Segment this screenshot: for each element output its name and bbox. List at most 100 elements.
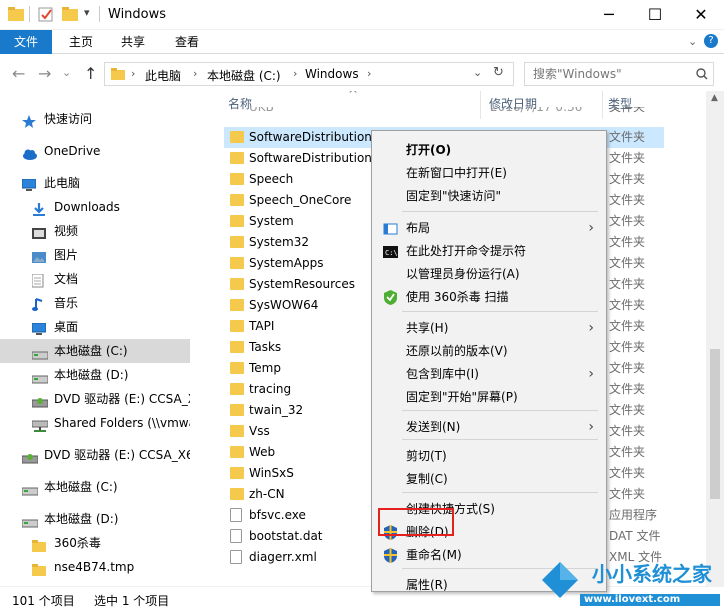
nav-item[interactable]: 视频 bbox=[0, 219, 190, 243]
up-button[interactable]: ↑ bbox=[84, 64, 97, 83]
folder-icon bbox=[230, 341, 244, 353]
nav-item[interactable]: DVD 驱动器 (E:) CCSA_X64 bbox=[0, 443, 190, 467]
nav-item-label: 文档 bbox=[54, 272, 79, 286]
properties-check-icon[interactable] bbox=[38, 7, 54, 22]
nav-item[interactable]: OneDrive bbox=[0, 139, 190, 163]
nav-item[interactable]: 文档 bbox=[0, 267, 190, 291]
nav-item[interactable]: 本地磁盘 (C:) bbox=[0, 339, 190, 363]
search-icon[interactable] bbox=[696, 68, 708, 83]
ribbon-tabs: 文件 主页 共享 查看 ⌄ ? bbox=[0, 30, 724, 54]
nav-item[interactable]: 360杀毒 bbox=[0, 531, 190, 555]
file-name: Vss bbox=[249, 424, 270, 438]
nav-item-label: 本地磁盘 (C:) bbox=[54, 344, 128, 358]
menu-item[interactable]: 在新窗口中打开(E) bbox=[372, 162, 606, 184]
menu-item[interactable]: C:\ 在此处打开命令提示符 bbox=[372, 240, 606, 262]
nav-item[interactable]: 此电脑 bbox=[0, 171, 190, 195]
menu-item-label: 剪切(T) bbox=[406, 449, 447, 463]
menu-item[interactable]: 包含到库中(I) › bbox=[372, 363, 606, 385]
menu-item[interactable]: 布局 › bbox=[372, 217, 606, 239]
file-name: UKB bbox=[249, 107, 274, 114]
menu-item-label: 以管理员身份运行(A) bbox=[406, 267, 520, 281]
menu-item[interactable]: 打开(O) bbox=[372, 139, 606, 161]
tab-file[interactable]: 文件 bbox=[0, 30, 52, 54]
refresh-icon[interactable]: ↻ bbox=[493, 65, 504, 80]
nav-item[interactable]: Downloads bbox=[0, 195, 190, 219]
download-icon bbox=[32, 200, 46, 216]
scrollbar-thumb[interactable] bbox=[710, 349, 720, 499]
drive-icon bbox=[21, 480, 39, 496]
nav-item-label: 本地磁盘 (C:) bbox=[44, 480, 118, 494]
menu-separator bbox=[402, 410, 598, 411]
folder-icon bbox=[230, 425, 244, 437]
menu-item[interactable]: 固定到"快速访问" bbox=[372, 185, 606, 207]
address-bar[interactable]: › 此电脑 › 本地磁盘 (C:) › Windows › ⌄ ↻ bbox=[104, 62, 514, 86]
maximize-button[interactable]: ☐ bbox=[632, 0, 678, 30]
breadcrumb-this-pc[interactable]: 此电脑 bbox=[145, 67, 181, 84]
menu-item-label: 固定到"开始"屏幕(P) bbox=[406, 390, 518, 404]
folder-icon[interactable] bbox=[8, 7, 24, 21]
folder-icon bbox=[230, 257, 244, 269]
nav-item[interactable]: 本地磁盘 (C:) bbox=[0, 475, 190, 499]
tab-view[interactable]: 查看 bbox=[166, 30, 208, 54]
menu-item-label: 包含到库中(I) bbox=[406, 367, 479, 381]
menu-item-label: 打开(O) bbox=[406, 143, 452, 157]
address-dropdown-icon[interactable]: ⌄ bbox=[473, 66, 482, 79]
file-type: 文件夹 bbox=[609, 445, 646, 459]
vertical-scrollbar[interactable]: ▲ bbox=[706, 91, 724, 586]
nav-item-label: 本地磁盘 (D:) bbox=[54, 368, 129, 382]
watermark-site: www.ilovext.com bbox=[584, 594, 681, 605]
forward-button[interactable]: → bbox=[38, 64, 51, 83]
folder-icon bbox=[230, 236, 244, 248]
menu-item[interactable]: 复制(C) bbox=[372, 468, 606, 490]
menu-item[interactable]: 还原以前的版本(V) bbox=[372, 340, 606, 362]
menu-item[interactable]: 剪切(T) bbox=[372, 445, 606, 467]
folder-icon bbox=[230, 215, 244, 227]
folder-icon bbox=[230, 404, 244, 416]
recent-locations-icon[interactable]: ⌄ bbox=[62, 66, 71, 79]
nav-item[interactable]: Shared Folders (\\vmwa bbox=[0, 411, 190, 435]
nav-item[interactable]: 桌面 bbox=[0, 315, 190, 339]
nav-item[interactable]: 音乐 bbox=[0, 291, 190, 315]
nav-item-label: 桌面 bbox=[54, 320, 79, 334]
breadcrumb-drive-c[interactable]: 本地磁盘 (C:) bbox=[207, 67, 281, 84]
scroll-up-icon[interactable]: ▲ bbox=[711, 93, 718, 103]
breadcrumb-separator: › bbox=[131, 67, 136, 80]
file-icon bbox=[230, 550, 242, 564]
nav-item-label: 此电脑 bbox=[44, 176, 81, 190]
file-name: tracing bbox=[249, 382, 292, 396]
nav-item[interactable]: 本地磁盘 (D:) bbox=[0, 507, 190, 531]
nav-item[interactable]: nse4B74.tmp bbox=[0, 555, 190, 579]
nav-item[interactable]: 快速访问 bbox=[0, 107, 190, 131]
file-icon bbox=[230, 529, 242, 543]
menu-item-label: 还原以前的版本(V) bbox=[406, 344, 508, 358]
nav-item[interactable]: 本地磁盘 (D:) bbox=[0, 363, 190, 387]
menu-item[interactable]: 共享(H) › bbox=[372, 317, 606, 339]
menu-item[interactable]: 固定到"开始"屏幕(P) bbox=[372, 386, 606, 408]
back-button[interactable]: ← bbox=[12, 64, 25, 83]
file-name: SysWOW64 bbox=[249, 298, 319, 312]
help-icon[interactable]: ? bbox=[704, 34, 718, 48]
tab-share[interactable]: 共享 bbox=[112, 30, 154, 54]
file-type: 文件夹 bbox=[609, 487, 646, 501]
file-name: Web bbox=[249, 445, 276, 459]
nav-item[interactable]: DVD 驱动器 (E:) CCSA_X6 bbox=[0, 387, 190, 411]
minimize-button[interactable]: ─ bbox=[586, 0, 632, 30]
menu-item[interactable]: 发送到(N) › bbox=[372, 416, 606, 438]
sort-arrow-icon: ^ bbox=[348, 91, 359, 101]
menu-item[interactable]: 使用 360杀毒 扫描 bbox=[372, 286, 606, 308]
file-name: TAPI bbox=[249, 319, 275, 333]
tab-home[interactable]: 主页 bbox=[60, 30, 102, 54]
file-icon bbox=[230, 508, 242, 522]
file-name: SoftwareDistribution. bbox=[249, 151, 376, 165]
nav-item-label: 视频 bbox=[54, 224, 79, 238]
list-item[interactable]: UKB 2016/7/17 0:36 文件夹 bbox=[224, 107, 664, 119]
nav-item[interactable]: 图片 bbox=[0, 243, 190, 267]
menu-item-label: 发送到(N) bbox=[406, 420, 461, 434]
quick-access-dropdown-icon[interactable]: ▾ bbox=[84, 6, 90, 19]
search-input[interactable]: 搜索"Windows" bbox=[524, 62, 714, 86]
menu-item[interactable]: 以管理员身份运行(A) bbox=[372, 263, 606, 285]
breadcrumb-windows[interactable]: Windows bbox=[305, 67, 359, 81]
new-folder-icon[interactable] bbox=[62, 7, 78, 21]
close-button[interactable]: ✕ bbox=[678, 0, 724, 30]
expand-ribbon-icon[interactable]: ⌄ bbox=[688, 35, 697, 48]
